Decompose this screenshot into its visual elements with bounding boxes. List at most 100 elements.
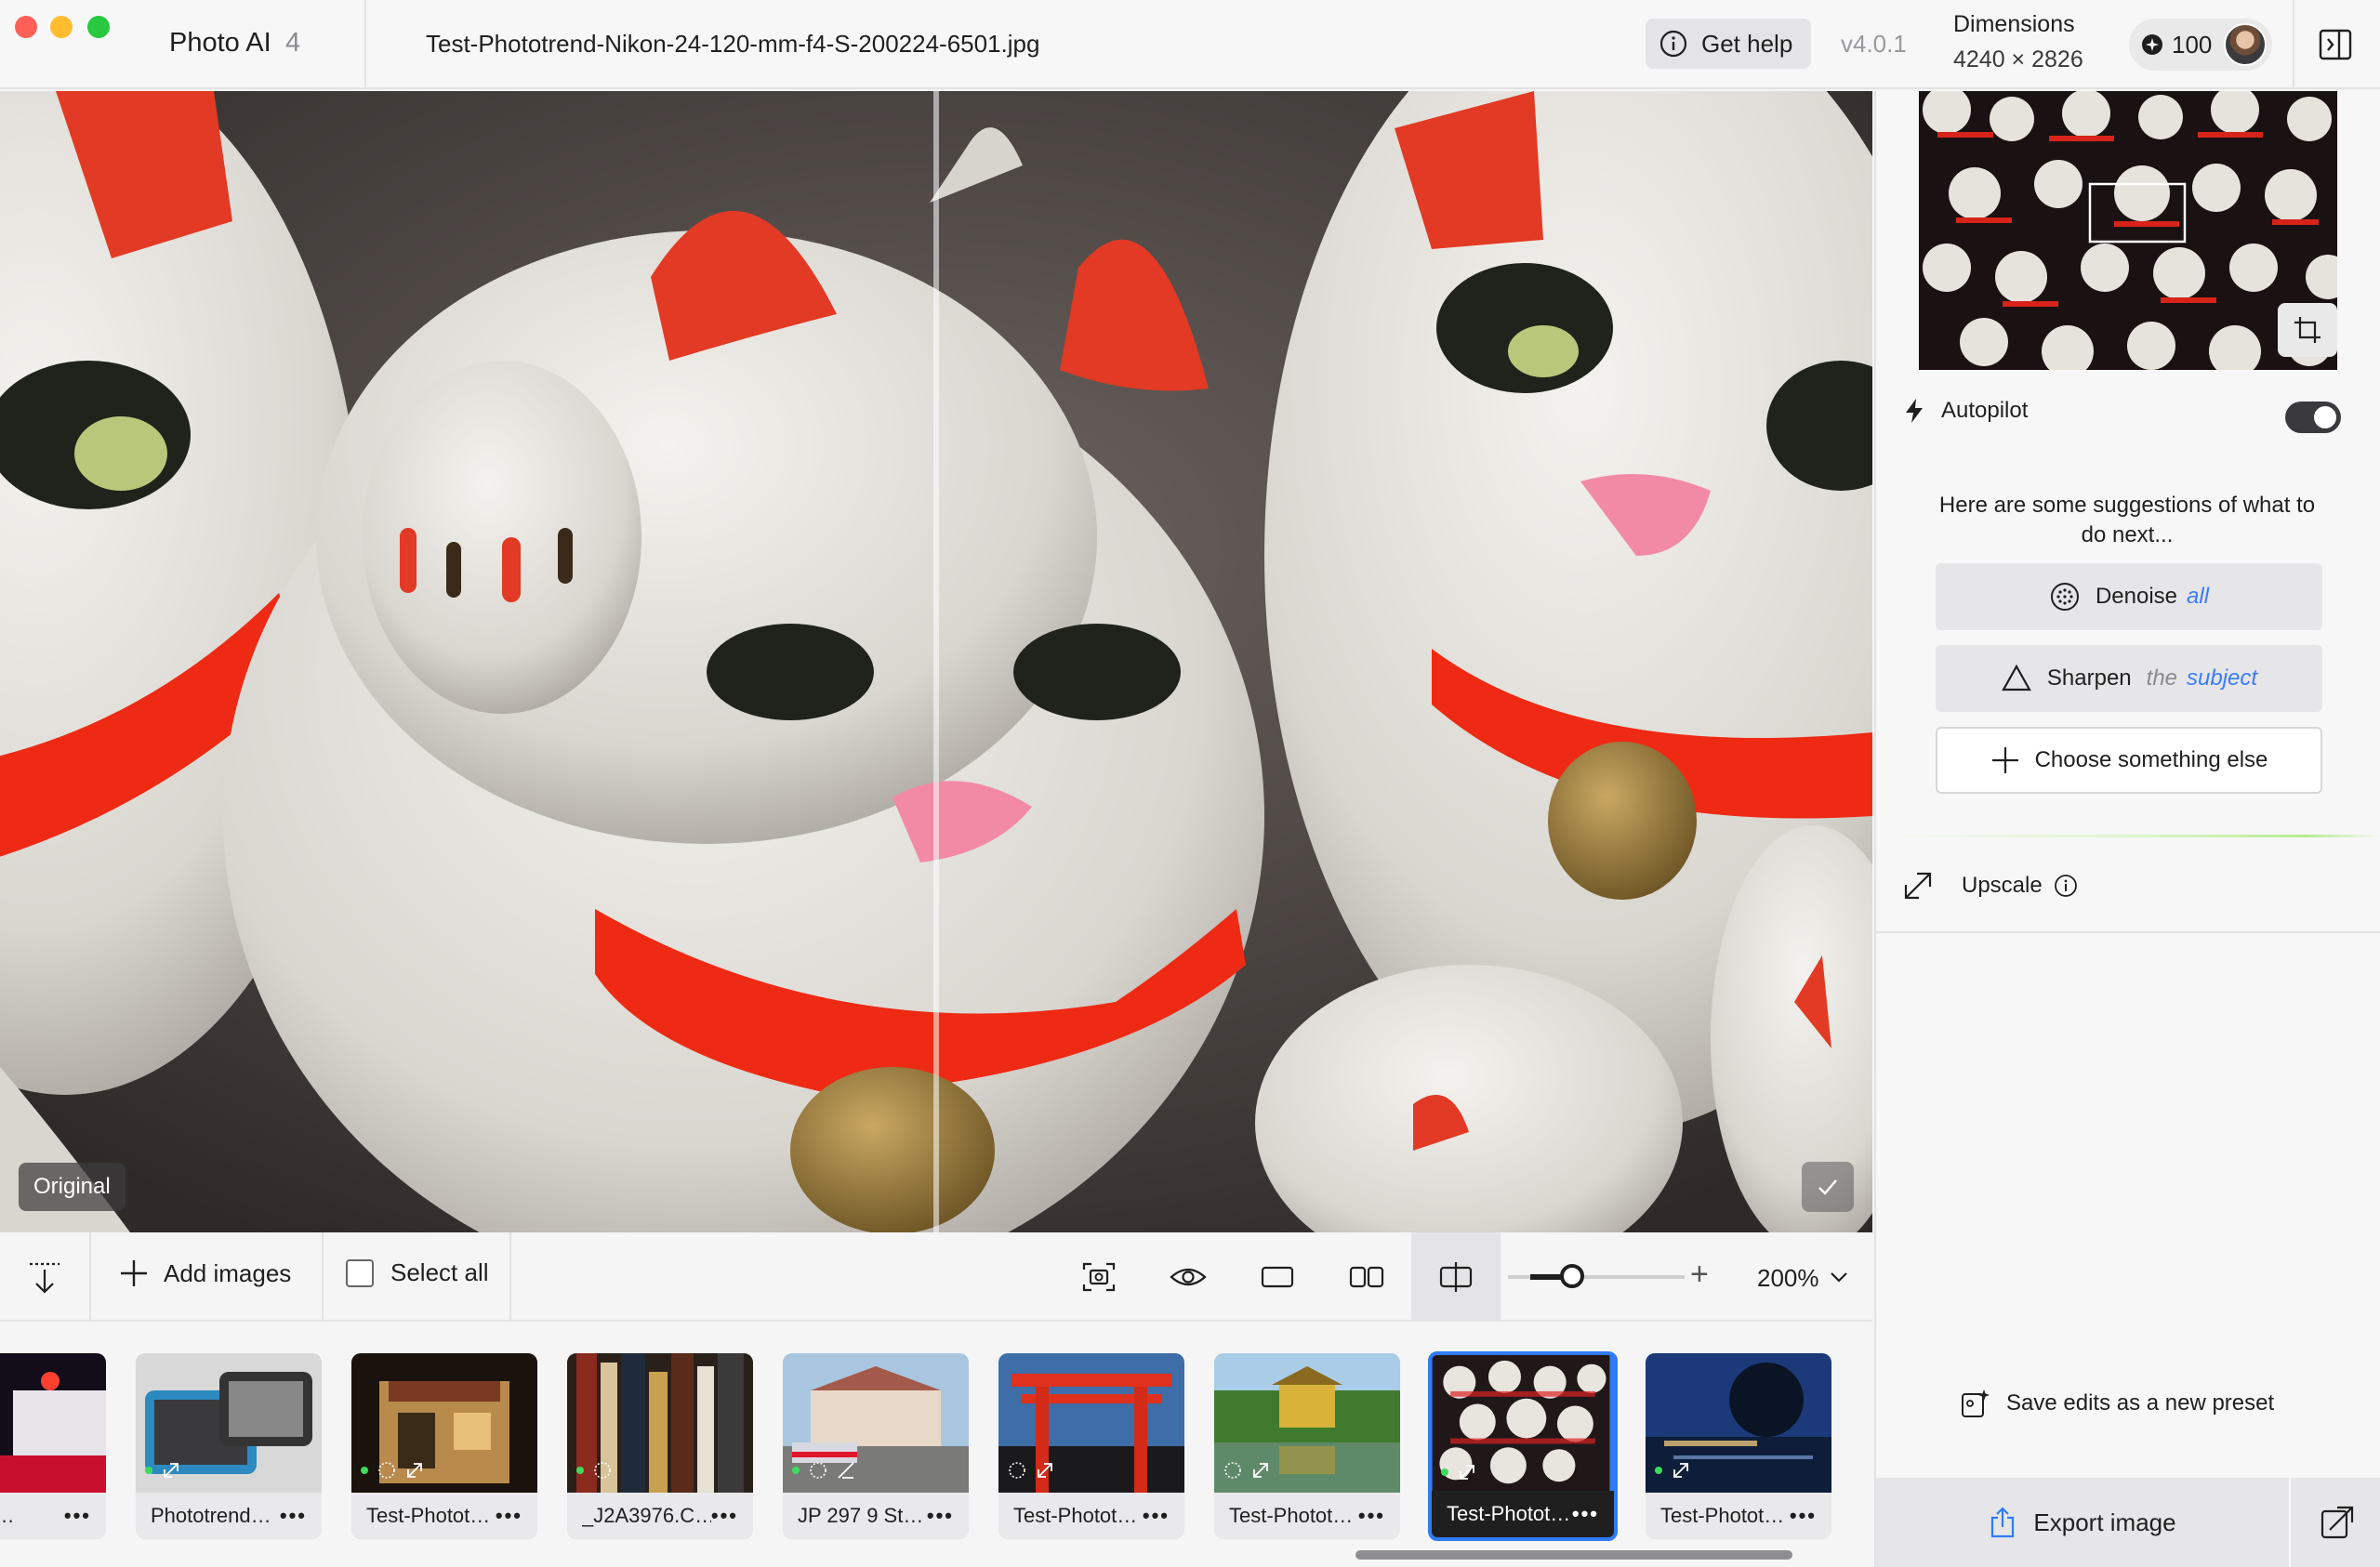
upscale-label: Upscale [1962, 873, 2043, 898]
list-item[interactable]: JP 297 9 St… ••• [783, 1353, 969, 1539]
denoise-scope: all [2187, 584, 2210, 609]
upscale-icon [1460, 1465, 1474, 1480]
list-item[interactable]: Test-Photot… ••• [351, 1353, 537, 1539]
denoise-icon [594, 1462, 611, 1479]
add-images-button[interactable]: Add images [119, 1258, 291, 1288]
thumbnail-name: Test-Photot… [366, 1504, 491, 1527]
choose-label: Choose something else [2034, 747, 2268, 772]
credit-coin-icon [2142, 34, 2162, 55]
list-item[interactable]: Test-Photot… ••• [1214, 1353, 1400, 1539]
lightning-bolt-icon [1906, 399, 1923, 423]
filmstrip[interactable]: Photot…••• Phototrend…••• Test-Photot…••… [0, 1323, 1872, 1567]
preset-sparkle-icon [1962, 1389, 1990, 1417]
export-image-button[interactable]: Export image [1876, 1478, 2289, 1567]
credits-account-button[interactable]: 100 [2129, 19, 2272, 71]
denoise-label: Denoise [2095, 584, 2178, 609]
denoise-button[interactable]: Denoise all [1936, 563, 2322, 630]
list-item-selected[interactable]: Test-Photot… ••• [1428, 1351, 1618, 1541]
autopilot-progress-divider [1876, 835, 2380, 837]
select-all-checkbox[interactable]: Select all [346, 1258, 489, 1287]
right-panel: Autopilot Here are some suggestions of w… [1874, 91, 2380, 1567]
comparison-split-handle[interactable] [933, 91, 939, 1232]
zoom-slider-handle[interactable] [1560, 1264, 1584, 1288]
more-options-button[interactable]: ••• [1143, 1504, 1170, 1528]
more-options-button[interactable]: ••• [1572, 1502, 1599, 1526]
crop-button[interactable] [2278, 303, 2337, 357]
zoom-window-button[interactable] [87, 16, 110, 38]
lighting-icon [838, 1462, 854, 1479]
choose-something-else-button[interactable]: Choose something else [1936, 727, 2322, 794]
divider [89, 1232, 91, 1322]
app-major-version: 4 [285, 28, 301, 58]
filmstrip-scrollbar[interactable] [1355, 1550, 1792, 1560]
plus-icon [121, 1260, 147, 1286]
side-by-side-view-icon[interactable] [1346, 1257, 1387, 1297]
compare-confirm-button[interactable] [1802, 1162, 1854, 1212]
split-view-icon[interactable] [1435, 1257, 1476, 1297]
list-item[interactable]: _J2A3976.C… ••• [567, 1353, 753, 1539]
list-item[interactable]: Photot… ••• [0, 1353, 106, 1539]
select-all-label: Select all [390, 1258, 489, 1286]
more-options-button[interactable]: ••• [927, 1504, 954, 1528]
share-export-icon [1991, 1507, 2015, 1538]
denoise-icon [2050, 583, 2079, 611]
denoise-icon [1224, 1462, 1241, 1479]
more-options-button[interactable]: ••• [280, 1504, 307, 1528]
sharpen-button[interactable]: Sharpen the subject [1936, 645, 2322, 712]
single-view-icon[interactable] [1257, 1257, 1298, 1297]
more-options-button[interactable]: ••• [711, 1504, 738, 1528]
info-icon[interactable] [2054, 874, 2078, 898]
avatar[interactable] [2224, 23, 2267, 66]
checkbox-box[interactable] [346, 1258, 374, 1287]
sort-download-icon[interactable] [24, 1257, 65, 1297]
snapshot-icon[interactable] [1078, 1257, 1119, 1297]
thumbnail-name: JP 297 9 St… [798, 1504, 924, 1527]
thumbnail-name: Test-Photot… [1447, 1502, 1571, 1525]
triangle-sharpen-icon [2002, 664, 2031, 691]
list-item[interactable]: Test-Photot… ••• [998, 1353, 1184, 1539]
plus-icon [1991, 747, 2018, 773]
save-preset-button[interactable]: Save edits as a new preset [1960, 1388, 2274, 1419]
title-bar: Photo AI 4 Test-Phototrend-Nikon-24-120-… [0, 0, 2380, 89]
viewer-toolbar: Add images Select all – + 200% [0, 1232, 1872, 1322]
thumbnail-image [0, 1353, 106, 1493]
zoom-in-button[interactable]: + [1690, 1257, 1709, 1293]
minimize-window-button[interactable] [50, 16, 73, 38]
upscale-icon [1904, 872, 1932, 900]
thumbnail-name: Test-Photot… [1229, 1504, 1354, 1527]
suggestions-heading: Here are some suggestions of what to do … [1938, 493, 2316, 547]
thumbnail-name: Photot… [0, 1504, 15, 1528]
denoise-icon [810, 1462, 826, 1479]
info-icon [1659, 30, 1687, 58]
autopilot-toggle[interactable] [2285, 402, 2341, 433]
sidebar-toggle-icon[interactable] [2317, 26, 2354, 63]
divider [509, 1232, 511, 1322]
autopilot-label: Autopilot [1941, 398, 2029, 423]
divider [1876, 931, 2380, 933]
divider [2289, 1478, 2291, 1567]
app-version: v4.0.1 [1841, 30, 1907, 58]
zoom-level-dropdown[interactable]: 200% [1757, 1264, 1819, 1293]
denoise-icon [1009, 1462, 1025, 1479]
upscale-icon [1038, 1463, 1052, 1478]
thumbnail-name: Phototrend… [151, 1504, 271, 1527]
navigator-preview[interactable] [1919, 91, 2337, 370]
export-options-icon[interactable] [2317, 1502, 2358, 1543]
get-help-button[interactable]: Get help [1646, 19, 1811, 69]
list-item[interactable]: Phototrend… ••• [136, 1353, 322, 1539]
thumbnail-name: Test-Photot… [1660, 1504, 1785, 1527]
preview-eye-icon[interactable] [1168, 1257, 1209, 1297]
sharpen-the: the [2146, 665, 2178, 691]
export-bar: Export image [1876, 1478, 2380, 1567]
upscale-section-header[interactable]: Upscale [1902, 870, 2078, 902]
more-options-button[interactable]: ••• [1790, 1504, 1817, 1528]
sharpen-scope: subject [2187, 665, 2258, 691]
more-options-button[interactable]: ••• [64, 1504, 91, 1528]
upscale-icon [1673, 1463, 1688, 1478]
chevron-down-icon[interactable] [1828, 1266, 1850, 1288]
list-item[interactable]: Test-Photot… ••• [1646, 1353, 1831, 1539]
more-options-button[interactable]: ••• [496, 1504, 522, 1528]
more-options-button[interactable]: ••• [1358, 1504, 1385, 1528]
close-window-button[interactable] [15, 16, 37, 38]
add-images-label: Add images [164, 1258, 292, 1287]
